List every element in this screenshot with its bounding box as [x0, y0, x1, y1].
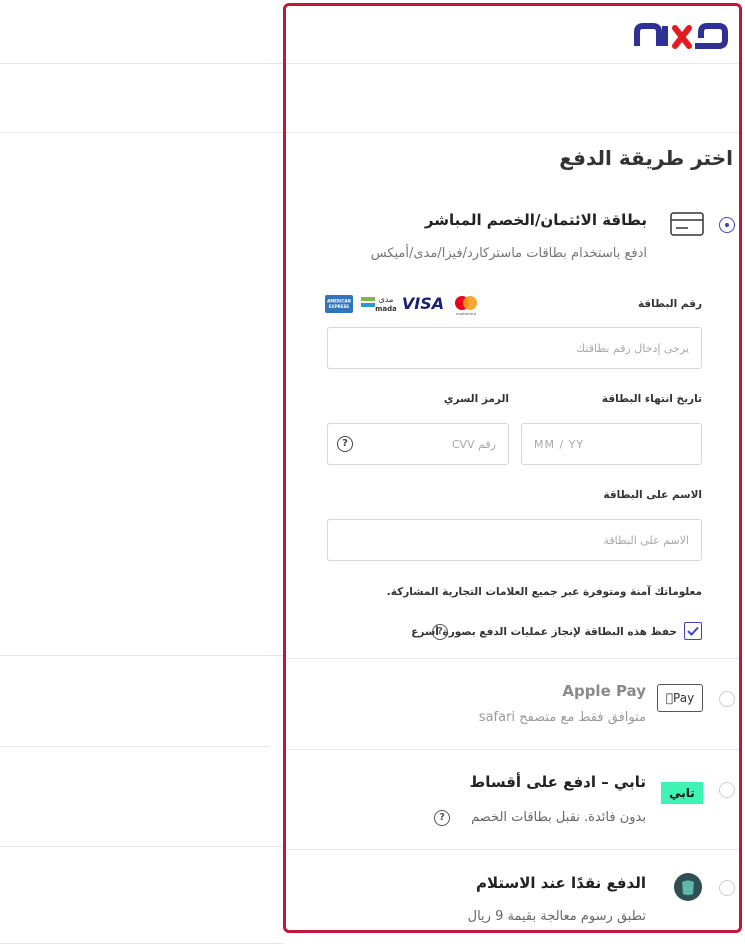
- secure-info-text: معلوماتك آمنة ومتوفرة عبر جميع العلامات …: [386, 586, 702, 598]
- option-divider: [286, 849, 739, 850]
- page-title: اختر طريقة الدفع: [559, 146, 733, 170]
- radio-tabby[interactable]: [719, 782, 735, 798]
- card-number-input[interactable]: [327, 327, 702, 369]
- mada-arabic-wordmark: مدى: [379, 295, 394, 304]
- option-divider: [286, 749, 739, 750]
- visa-wordmark: VISA: [402, 294, 444, 312]
- save-card-label: حفظ هذه البطاقة لإنجاز عمليات الدفع بصور…: [411, 626, 677, 638]
- mastercard-wordmark: mastercard: [456, 312, 476, 316]
- mada-wordmark: mada: [375, 305, 396, 313]
- save-card-checkbox[interactable]: [684, 622, 702, 640]
- expiry-input[interactable]: [521, 423, 702, 465]
- card-number-label: رقم البطاقة: [637, 298, 702, 310]
- visa-icon: VISA: [400, 294, 446, 313]
- option-divider: [286, 658, 739, 659]
- page-divider: [0, 63, 283, 64]
- tabby-logo-icon: تابي: [661, 782, 703, 804]
- header-divider: [286, 63, 739, 64]
- expiry-label: تاريخ انتهاء البطاقة: [601, 393, 702, 405]
- apple-pay-badge-text: Pay: [669, 691, 694, 705]
- page-divider: [0, 846, 283, 847]
- card-name-input[interactable]: [327, 519, 702, 561]
- apple-logo-icon: : [666, 691, 673, 705]
- tabby-title: تابي – ادفع على أقساط: [469, 773, 646, 791]
- apple-pay-description: متوافق فقط مع متصفح safari: [478, 710, 646, 725]
- cvv-label: الرمز السري: [443, 393, 509, 405]
- page-divider: [0, 943, 283, 944]
- cod-description: تطبق رسوم معالجة بقيمة 9 ريال: [467, 909, 646, 924]
- amex-icon: AMERICAN EXPRESS: [325, 295, 353, 313]
- page-divider: [0, 132, 283, 133]
- card-option-description: ادفع باستخدام بطاقات ماستركارد/فيزا/مدى/…: [370, 246, 647, 261]
- svg-text:AMERICAN: AMERICAN: [327, 299, 351, 304]
- apple-pay-icon: Pay: [657, 684, 703, 712]
- card-option-title: بطاقة الائتمان/الخصم المباشر: [424, 211, 647, 229]
- tabby-help-icon[interactable]: ?: [434, 810, 450, 826]
- cod-title: الدفع نقدًا عند الاستلام: [475, 874, 646, 892]
- apple-pay-title: Apple Pay: [562, 682, 646, 700]
- brand-logo: [631, 16, 731, 52]
- checkout-panel: اختر طريقة الدفع بطاقة الائتمان/الخصم ال…: [283, 3, 742, 933]
- mada-icon: مدى mada: [360, 294, 397, 314]
- cash-icon: [673, 872, 703, 902]
- card-name-label: الاسم على البطاقة: [603, 489, 702, 501]
- page-divider: [0, 655, 283, 656]
- page-divider: [0, 746, 270, 747]
- mastercard-icon: mastercard: [452, 293, 480, 317]
- radio-apple-pay[interactable]: [719, 691, 735, 707]
- credit-card-icon: [670, 212, 704, 236]
- cvv-help-icon[interactable]: ?: [337, 436, 353, 452]
- radio-cash-on-delivery[interactable]: [719, 880, 735, 896]
- cvv-input[interactable]: [327, 423, 509, 465]
- radio-credit-card[interactable]: [719, 217, 735, 233]
- save-card-help-icon[interactable]: ?: [432, 624, 448, 640]
- header-divider: [286, 132, 739, 133]
- svg-text:EXPRESS: EXPRESS: [329, 304, 349, 309]
- tabby-description: بدون فائدة. نقبل بطاقات الخصم: [471, 810, 646, 825]
